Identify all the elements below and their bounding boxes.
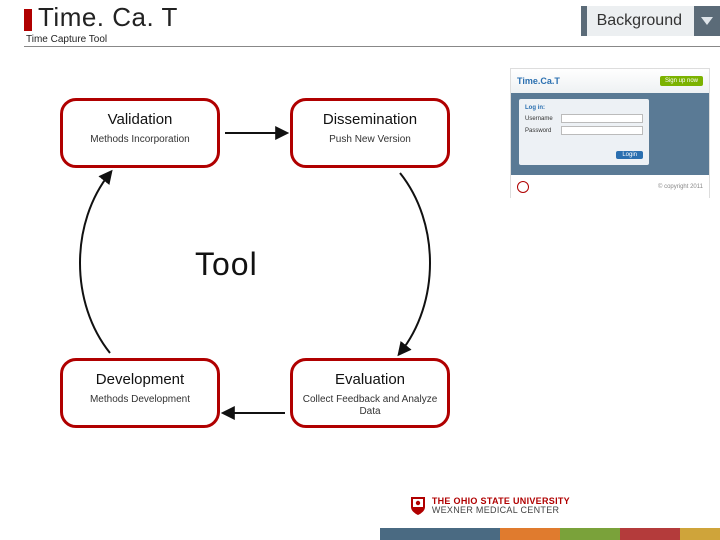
footer-color-bars: [380, 528, 720, 540]
shot-hero: Log in: Username Password Login: [511, 93, 709, 175]
node-title: Development: [63, 371, 217, 388]
page-subtitle: Time Capture Tool: [26, 34, 107, 45]
shield-icon: [410, 496, 426, 516]
chip-label: Background: [587, 6, 694, 36]
app-screenshot: Time.Ca.T Sign up now Log in: Username P…: [510, 68, 710, 198]
node-validation: Validation Methods Incorporation: [60, 98, 220, 168]
footer: THE OHIO STATE UNIVERSITY WEXNER MEDICAL…: [0, 510, 720, 540]
shot-username-input: [561, 114, 643, 123]
shot-login-header: Log in:: [525, 105, 643, 111]
diagram-center-label: Tool: [195, 246, 258, 283]
shot-password-label: Password: [525, 128, 557, 134]
node-title: Dissemination: [293, 111, 447, 128]
shot-username-label: Username: [525, 116, 557, 122]
shot-password-input: [561, 126, 643, 135]
footer-org-line2: WEXNER MEDICAL CENTER: [432, 506, 570, 515]
header-rule: [24, 46, 720, 47]
page-title: Time. Ca. T: [38, 2, 178, 33]
diagram-stage: Validation Methods Incorporation Dissemi…: [0, 48, 720, 540]
node-development: Development Methods Development: [60, 358, 220, 428]
node-subtitle: Methods Development: [63, 394, 217, 406]
shot-login-panel: Log in: Username Password Login: [519, 99, 649, 165]
shot-copyright: © copyright 2011: [658, 184, 703, 190]
chip-dropdown-icon[interactable]: [694, 6, 720, 36]
node-subtitle: Methods Incorporation: [63, 134, 217, 146]
shot-signup-button: Sign up now: [660, 76, 703, 86]
node-subtitle: Collect Feedback and Analyze Data: [293, 394, 447, 418]
node-evaluation: Evaluation Collect Feedback and Analyze …: [290, 358, 450, 428]
shot-seal-icon: [517, 181, 529, 193]
shot-login-button: Login: [616, 151, 643, 159]
node-subtitle: Push New Version: [293, 134, 447, 146]
accent-bar: [24, 9, 32, 31]
header: Time. Ca. T Time Capture Tool Background: [0, 0, 720, 46]
node-dissemination: Dissemination Push New Version: [290, 98, 450, 168]
shot-header: Time.Ca.T Sign up now: [511, 69, 709, 93]
shot-logo: Time.Ca.T: [517, 76, 560, 86]
node-title: Validation: [63, 111, 217, 128]
node-title: Evaluation: [293, 371, 447, 388]
footer-logo: THE OHIO STATE UNIVERSITY WEXNER MEDICAL…: [410, 496, 570, 516]
shot-footer: © copyright 2011: [511, 175, 709, 199]
section-chip[interactable]: Background: [581, 6, 720, 36]
